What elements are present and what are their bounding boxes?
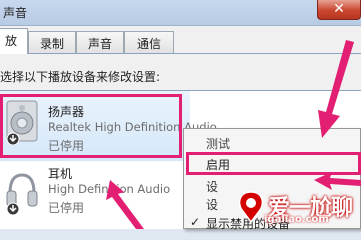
tab-bar: 放 录制 声音 通信	[0, 26, 361, 54]
checkmark-icon: ✓	[190, 215, 201, 229]
device-name: 耳机	[48, 167, 73, 181]
watermark-url: igaliao.com	[264, 214, 329, 225]
device-item-speaker[interactable]: 扬声器 Realtek High Definition Audio 已停用	[0, 91, 217, 161]
device-name: 扬声器	[48, 105, 85, 119]
menu-item-label: 设	[206, 180, 219, 194]
menu-item-label: 设	[206, 198, 219, 212]
tab-label: 放	[4, 34, 17, 48]
headphones-icon	[6, 173, 38, 215]
watermark: 爱一尬聊 igaliao.com	[236, 190, 361, 226]
instruction-text: 选择以下播放设备来修改设置:	[0, 70, 161, 84]
menu-item-label: 测试	[206, 137, 231, 151]
device-item-headphones[interactable]: 耳机 High Definition Audio 已停用	[0, 161, 190, 231]
close-icon: ✕	[333, 1, 345, 17]
menu-item-test[interactable]: 测试	[184, 133, 360, 151]
speaker-icon	[6, 100, 38, 145]
device-description: High Definition Audio	[48, 182, 171, 196]
enable-highlight-box	[186, 152, 361, 175]
tab-sounds[interactable]: 声音	[76, 31, 124, 53]
tab-playback[interactable]: 放	[0, 28, 28, 54]
tab-label: 声音	[87, 37, 112, 51]
tab-label: 录制	[39, 37, 64, 51]
tab-communications[interactable]: 通信	[124, 31, 174, 53]
watermark-logo-icon	[239, 191, 263, 224]
close-button[interactable]: ✕	[317, 0, 361, 20]
tab-label: 通信	[136, 37, 161, 51]
title-bar: 声音 ✕	[0, 0, 361, 26]
window-title: 声音	[3, 6, 28, 20]
device-status: 已停用	[48, 201, 85, 215]
device-status: 已停用	[48, 139, 85, 153]
tab-recording[interactable]: 录制	[28, 31, 76, 53]
